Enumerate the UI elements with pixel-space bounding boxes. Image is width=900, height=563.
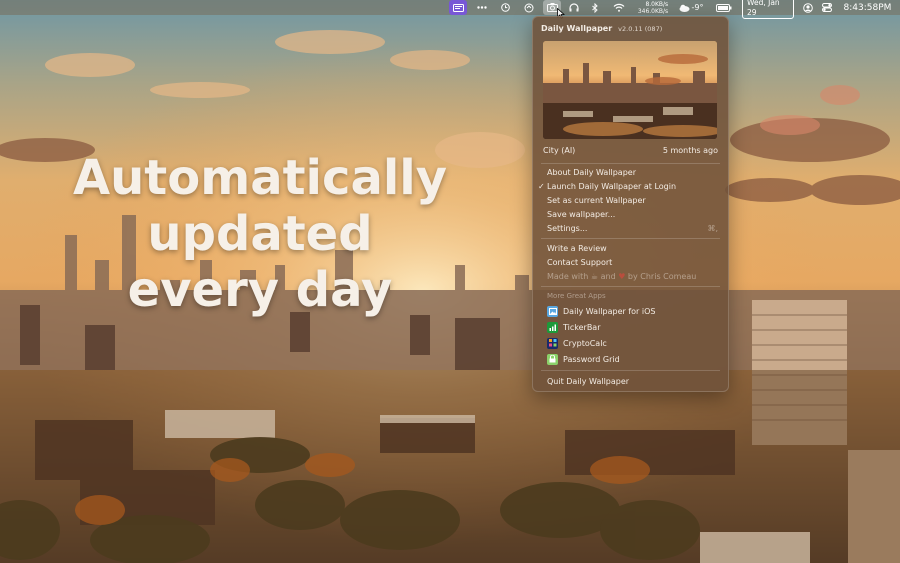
menu-separator bbox=[541, 370, 720, 371]
menu-item-save-wallpaper[interactable]: Save wallpaper... bbox=[547, 208, 718, 221]
image-icon bbox=[547, 305, 558, 317]
cloudy-icon bbox=[679, 4, 689, 12]
preview-city-image bbox=[543, 41, 717, 139]
menu-item-tickerbar[interactable]: TickerBar bbox=[547, 320, 718, 334]
clock-history-icon[interactable] bbox=[498, 0, 512, 15]
menu-item-write-review[interactable]: Write a Review bbox=[547, 242, 718, 255]
headline-line-1: Automatically bbox=[72, 150, 448, 206]
wallpaper-age: 5 months ago bbox=[662, 146, 718, 155]
settings-label: Settings... bbox=[547, 224, 588, 233]
menu-separator bbox=[541, 163, 720, 164]
made-with-author: by Chris Comeau bbox=[627, 272, 697, 281]
app-name: Daily Wallpaper bbox=[541, 24, 613, 33]
menu-item-made-with: Made with ☕ and ♥ by Chris Comeau bbox=[547, 270, 718, 283]
wallpaper-preview-thumbnail[interactable] bbox=[543, 41, 717, 139]
app-name-label: Password Grid bbox=[563, 354, 620, 364]
made-with-and: and bbox=[600, 272, 616, 281]
lock-icon bbox=[547, 353, 558, 365]
network-download-speed: 346.0KB/s bbox=[637, 7, 669, 15]
sync-icon[interactable] bbox=[522, 0, 536, 15]
menu-item-set-current-wallpaper[interactable]: Set as current Wallpaper bbox=[547, 194, 718, 207]
headline-line-3: every day bbox=[127, 262, 393, 318]
chart-icon bbox=[547, 321, 558, 333]
menu-separator bbox=[541, 286, 720, 287]
menu-item-contact-support[interactable]: Contact Support bbox=[547, 256, 718, 269]
more-apps-label: More Great Apps bbox=[547, 292, 606, 300]
promo-headline: Automatically updated every day bbox=[60, 150, 460, 318]
daily-wallpaper-dropdown-menu: Daily Wallpaper v2.0.11 (087) City (AI) … bbox=[532, 16, 729, 392]
made-with-prefix: Made with bbox=[547, 272, 589, 281]
clock-time: 8:43:58PM bbox=[843, 2, 892, 13]
heart-icon: ♥ bbox=[618, 272, 626, 281]
app-name-label: CryptoCalc bbox=[563, 338, 607, 348]
menu-item-quit[interactable]: Quit Daily Wallpaper bbox=[547, 375, 718, 388]
menu-bar: 8.0KB/s 346.0KB/s -9° Wed, Jan 29 8:43:5… bbox=[0, 0, 900, 19]
launch-at-login-label: Launch Daily Wallpaper at Login bbox=[547, 182, 677, 191]
settings-shortcut: ⌘, bbox=[707, 224, 718, 233]
menu-separator bbox=[541, 238, 720, 239]
app-name-label: TickerBar bbox=[563, 322, 601, 332]
menu-item-daily-wallpaper-ios[interactable]: Daily Wallpaper for iOS bbox=[547, 304, 718, 318]
headphones-icon[interactable] bbox=[567, 0, 581, 15]
menu-item-settings[interactable]: Settings... ⌘, bbox=[547, 222, 718, 235]
date-widget[interactable]: Wed, Jan 29 bbox=[742, 0, 794, 19]
network-speed[interactable]: 8.0KB/s 346.0KB/s bbox=[634, 0, 672, 15]
weather-widget[interactable]: -9° bbox=[676, 0, 706, 15]
bluetooth-icon[interactable] bbox=[589, 0, 601, 15]
app-version: v2.0.11 (087) bbox=[618, 25, 663, 33]
battery-icon[interactable] bbox=[714, 0, 734, 15]
wifi-icon[interactable] bbox=[611, 0, 627, 15]
coffee-icon: ☕ bbox=[590, 272, 599, 281]
menu-item-launch-at-login[interactable]: ✓ Launch Daily Wallpaper at Login bbox=[538, 180, 718, 193]
menu-header: Daily Wallpaper v2.0.11 (087) bbox=[541, 24, 662, 33]
grid-icon bbox=[547, 337, 558, 349]
app-name-label: Daily Wallpaper for iOS bbox=[563, 306, 656, 316]
weather-temperature: -9° bbox=[691, 3, 704, 12]
menu-item-cryptocalc[interactable]: CryptoCalc bbox=[547, 336, 718, 350]
screen-share-icon[interactable] bbox=[449, 0, 467, 15]
control-center-icon[interactable] bbox=[820, 0, 834, 15]
more-dots-icon[interactable] bbox=[475, 0, 489, 15]
menu-bar-clock[interactable]: 8:43:58PM bbox=[840, 0, 895, 15]
checkmark-icon: ✓ bbox=[538, 182, 545, 191]
headline-line-2: updated bbox=[147, 206, 373, 262]
menu-item-about[interactable]: About Daily Wallpaper bbox=[547, 166, 718, 179]
menu-item-password-grid[interactable]: Password Grid bbox=[547, 352, 718, 366]
date-label: Wed, Jan 29 bbox=[742, 0, 794, 19]
network-upload-speed: 8.0KB/s bbox=[645, 0, 669, 8]
user-account-icon[interactable] bbox=[801, 0, 815, 15]
